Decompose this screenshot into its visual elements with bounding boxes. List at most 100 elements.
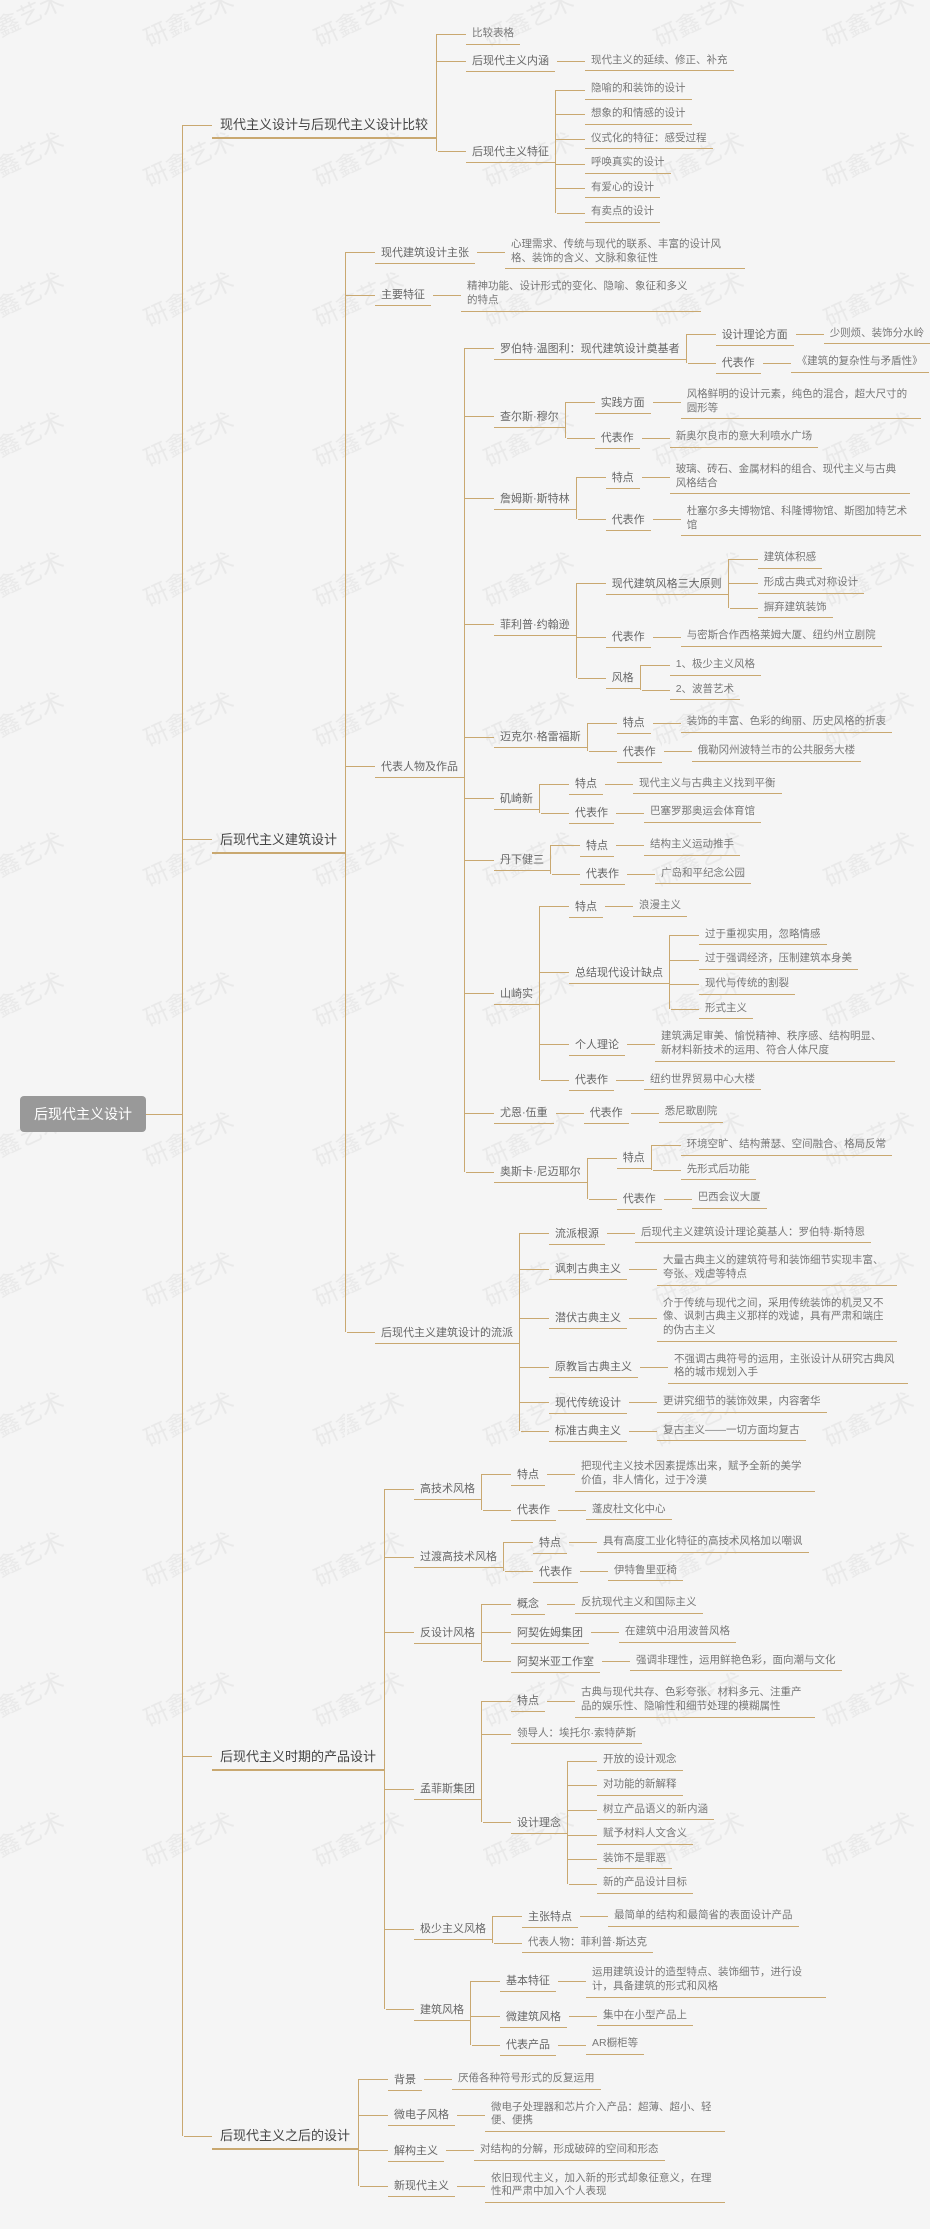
tree-node[interactable]: 詹姆斯·斯特林特点玻璃、砖石、金属材料的组合、现代主义与古典风格结合代表作杜塞尔… [494, 454, 910, 543]
tree-node[interactable]: 代表作新奥尔良市的意大利喷水广场 [595, 423, 910, 452]
tree-node[interactable]: 蓬皮杜文化中心 [586, 1498, 672, 1523]
tree-node[interactable]: 2、波普艺术 [670, 678, 761, 703]
tree-node[interactable]: 不强调古典符号的运用，主张设计从研究古典风格的城市规划入手 [668, 1348, 908, 1386]
tree-node[interactable]: 特点古典与现代共存、色彩夸张、材料多元、注重产品的娱乐性、隐喻性和细节处理的模糊… [511, 1679, 815, 1721]
tree-node[interactable]: 比较表格 [466, 22, 734, 47]
tree-node[interactable]: 介于传统与现代之间，采用传统装饰的机灵又不像、讽刺古典主义那样的戏谑，具有严肃和… [657, 1292, 897, 1344]
tree-node[interactable]: 古典与现代共存、色彩夸张、材料多元、注重产品的娱乐性、隐喻性和细节处理的模糊属性 [575, 1681, 815, 1719]
tree-node[interactable]: 把现代主义技术因素提炼出来，赋予全新的美学价值，非人情化，过于冷漠 [575, 1455, 815, 1493]
tree-node[interactable]: 结构主义运动推手 [644, 833, 740, 858]
tree-node[interactable]: 反设计风格概念反抗现代主义和国际主义阿契佐姆集团在建筑中沿用波普风格阿契米亚工作… [414, 1587, 842, 1677]
tree-node[interactable]: 装饰的丰富、色彩的绚丽、历史风格的折衷 [681, 710, 893, 735]
tree-node[interactable]: 基本特征运用建筑设计的造型特点、装饰细节，进行设计，具备建筑的形式和风格 [500, 1959, 826, 2001]
tree-node[interactable]: 巴塞罗那奥运会体育馆 [644, 800, 761, 825]
tree-node[interactable]: 特点现代主义与古典主义找到平衡 [569, 770, 782, 799]
tree-node[interactable]: 少则烦、装饰分水岭 [824, 322, 910, 347]
tree-node[interactable]: 呼唤真实的设计 [585, 151, 713, 176]
tree-node[interactable]: 建筑体积感 [758, 546, 865, 571]
tree-node[interactable]: 潜伏古典主义介于传统与现代之间，采用传统装饰的机灵又不像、讽刺古典主义那样的戏谑… [549, 1290, 908, 1346]
tree-node[interactable]: 解构主义对结构的分解，形成破碎的空间和形态 [388, 2136, 725, 2165]
tree-node[interactable]: 精神功能、设计形式的变化、隐喻、象征和多义的特点 [461, 275, 701, 313]
tree-node[interactable]: 后现代主义建筑设计的流派流派根源后现代主义建筑设计理论奠基人：罗伯特·斯特恩讽刺… [375, 1217, 910, 1447]
tree-node[interactable]: 主张特点最简单的结构和最简省的表面设计产品 [522, 1902, 799, 1931]
tree-node[interactable]: 风格鲜明的设计元素，纯色的混合，超大尺寸的圆形等 [681, 383, 910, 421]
tree-node[interactable]: 代表作蓬皮杜文化中心 [511, 1496, 815, 1525]
tree-node[interactable]: 复古主义——一切方面均复古 [657, 1419, 806, 1444]
tree-node[interactable]: 现代主义的延续、修正、补充 [585, 49, 734, 74]
tree-node[interactable]: 阿契米亚工作室强调非理性，运用鲜艳色彩，面向潮与文化 [511, 1647, 842, 1676]
tree-node[interactable]: 代表作巴西会议大厦 [617, 1184, 893, 1213]
tree-node[interactable]: 对功能的新解释 [597, 1773, 714, 1798]
tree-node[interactable]: 现代建筑风格三大原则建筑体积感形成古典式对称设计摒弃建筑装饰 [606, 544, 882, 622]
tree-node[interactable]: 先形式后功能 [681, 1158, 893, 1183]
tree-node[interactable]: 广岛和平纪念公园 [655, 862, 751, 887]
tree-node[interactable]: 领导人：埃托尔·索特萨斯 [511, 1722, 815, 1747]
tree-node[interactable]: 纽约世界贸易中心大楼 [644, 1068, 761, 1093]
tree-node[interactable]: 现代主义与古典主义找到平衡 [633, 772, 782, 797]
tree-node[interactable]: 俄勒冈州波特兰市的公共服务大楼 [692, 739, 862, 764]
tree-node[interactable]: 赋予材料人文含义 [597, 1822, 714, 1847]
tree-node[interactable]: 悉尼歌剧院 [659, 1100, 724, 1125]
tree-node[interactable]: 代表人物及作品罗伯特·温图利：现代建筑设计奠基者设计理论方面少则烦、装饰分水岭代… [375, 316, 910, 1217]
tree-node[interactable]: 有卖点的设计 [585, 200, 713, 225]
tree-node[interactable]: 新的产品设计目标 [597, 1871, 714, 1896]
tree-node[interactable]: 形成古典式对称设计 [758, 571, 865, 596]
tree-node[interactable]: 概念反抗现代主义和国际主义 [511, 1589, 842, 1618]
tree-node[interactable]: 大量古典主义的建筑符号和装饰细节实现丰富、夸张、戏虐等特点 [657, 1249, 897, 1287]
tree-node[interactable]: 孟菲斯集团特点古典与现代共存、色彩夸张、材料多元、注重产品的娱乐性、隐喻性和细节… [414, 1677, 842, 1900]
tree-node[interactable]: 特点把现代主义技术因素提炼出来，赋予全新的美学价值，非人情化，过于冷漠 [511, 1453, 815, 1495]
tree-node[interactable]: 特点结构主义运动推手 [580, 831, 751, 860]
tree-node[interactable]: 集中在小型产品上 [597, 2004, 693, 2029]
tree-node[interactable]: 后现代主义特征隐喻的和装饰的设计想象的和情感的设计仪式化的特征：感受过程呼唤真实… [466, 75, 734, 227]
tree-node[interactable]: 依旧现代主义，加入新的形式却象征意义，在理性和严肃中加入个人表现 [485, 2167, 725, 2205]
tree-node[interactable]: 阿契佐姆集团在建筑中沿用波普风格 [511, 1618, 842, 1647]
tree-node[interactable]: 后现代主义建筑设计现代建筑设计主张心理需求、传统与现代的联系、丰富的设计风格、装… [212, 229, 910, 1449]
tree-node[interactable]: 隐喻的和装饰的设计 [585, 77, 713, 102]
tree-node[interactable]: 1、极少主义风格 [670, 653, 761, 678]
tree-node[interactable]: 奥斯卡·尼迈耶尔特点环境空旷、结构萧瑟、空间融合、格局反常先形式后功能代表作巴西… [494, 1129, 910, 1215]
tree-node[interactable]: 特点装饰的丰富、色彩的绚丽、历史风格的折衷 [617, 708, 893, 737]
tree-node[interactable]: 尤恩·伍重代表作悉尼歌剧院 [494, 1096, 910, 1129]
tree-node[interactable]: 高技术风格特点把现代主义技术因素提炼出来，赋予全新的美学价值，非人情化，过于冷漠… [414, 1451, 842, 1526]
tree-node[interactable]: 后现代主义内涵现代主义的延续、修正、补充 [466, 47, 734, 76]
tree-node[interactable]: 装饰不是罪恶 [597, 1847, 714, 1872]
tree-node[interactable]: 现代建筑设计主张心理需求、传统与现代的联系、丰富的设计风格、装饰的含义、文脉和象… [375, 231, 910, 273]
tree-node[interactable]: 摒弃建筑装饰 [758, 596, 865, 621]
tree-node[interactable]: 标准古典主义复古主义——一切方面均复古 [549, 1417, 908, 1446]
tree-node[interactable]: 代表产品AR橱柜等 [500, 2030, 826, 2059]
tree-node[interactable]: 背景厌倦各种符号形式的反复运用 [388, 2065, 725, 2094]
tree-node[interactable]: 心理需求、传统与现代的联系、丰富的设计风格、装饰的含义、文脉和象征性 [505, 233, 745, 271]
tree-node[interactable]: 巴西会议大厦 [692, 1186, 767, 1211]
tree-node[interactable]: 代表作杜塞尔多夫博物馆、科隆博物馆、斯图加特艺术馆 [606, 498, 910, 540]
tree-node[interactable]: 山崎实特点浪漫主义总结现代设计缺点过于重视实用，忽略情感过于强调经济，压制建筑本… [494, 890, 910, 1096]
tree-node[interactable]: 建筑满足审美、愉悦精神、秩序感、结构明显、新材料新技术的运用、符合人体尺度 [655, 1025, 895, 1063]
tree-node[interactable]: 讽刺古典主义大量古典主义的建筑符号和装饰细节实现丰富、夸张、戏虐等特点 [549, 1247, 908, 1289]
tree-node[interactable]: 个人理论建筑满足审美、愉悦精神、秩序感、结构明显、新材料新技术的运用、符合人体尺… [569, 1023, 895, 1065]
tree-node[interactable]: 代表作与密斯合作西格莱姆大厦、纽约州立剧院 [606, 622, 882, 651]
tree-node[interactable]: 强调非理性，运用鲜艳色彩，面向潮与文化 [630, 1649, 842, 1674]
tree-node[interactable]: 主要特征精神功能、设计形式的变化、隐喻、象征和多义的特点 [375, 273, 910, 315]
tree-node[interactable]: 玻璃、砖石、金属材料的组合、现代主义与古典风格结合 [670, 458, 910, 496]
tree-node[interactable]: 开放的设计观念 [597, 1748, 714, 1773]
tree-node[interactable]: 特点玻璃、砖石、金属材料的组合、现代主义与古典风格结合 [606, 456, 910, 498]
tree-node[interactable]: 对结构的分解，形成破碎的空间和形态 [474, 2138, 665, 2163]
tree-node[interactable]: 反抗现代主义和国际主义 [575, 1591, 703, 1616]
tree-node[interactable]: 代表作伊特鲁里亚椅 [533, 1557, 809, 1586]
tree-node[interactable]: 杜塞尔多夫博物馆、科隆博物馆、斯图加特艺术馆 [681, 500, 910, 538]
tree-node[interactable]: 罗伯特·温图利：现代建筑设计奠基者设计理论方面少则烦、装饰分水岭代表作《建筑的复… [494, 318, 910, 379]
tree-node[interactable]: 想象的和情感的设计 [585, 102, 713, 127]
tree-node[interactable]: 仪式化的特征：感受过程 [585, 127, 713, 152]
tree-node[interactable]: 形式主义 [699, 997, 858, 1022]
tree-node[interactable]: 更讲究细节的装饰效果，内容奢华 [657, 1390, 827, 1415]
tree-node[interactable]: 代表作悉尼歌剧院 [584, 1098, 724, 1127]
tree-node[interactable]: 原教旨古典主义不强调古典符号的运用，主张设计从研究古典风格的城市规划入手 [549, 1346, 908, 1388]
tree-node[interactable]: 建筑风格基本特征运用建筑设计的造型特点、装饰细节，进行设计，具备建筑的形式和风格… [414, 1957, 842, 2061]
tree-node[interactable]: 微电子处理器和芯片介入产品：超薄、超小、轻便、便携 [485, 2096, 725, 2134]
tree-node[interactable]: 设计理念开放的设计观念对功能的新解释树立产品语义的新内涵赋予材料人文含义装饰不是… [511, 1746, 815, 1898]
tree-node[interactable]: 最简单的结构和最简省的表面设计产品 [608, 1904, 799, 1929]
tree-node[interactable]: 微建筑风格集中在小型产品上 [500, 2002, 826, 2031]
tree-node[interactable]: 矶崎新特点现代主义与古典主义找到平衡代表作巴塞罗那奥运会体育馆 [494, 768, 910, 829]
tree-node[interactable]: 有爱心的设计 [585, 176, 713, 201]
tree-node[interactable]: 后现代主义时期的产品设计高技术风格特点把现代主义技术因素提炼出来，赋予全新的美学… [212, 1449, 910, 2063]
tree-node[interactable]: 伊特鲁里亚椅 [608, 1559, 683, 1584]
